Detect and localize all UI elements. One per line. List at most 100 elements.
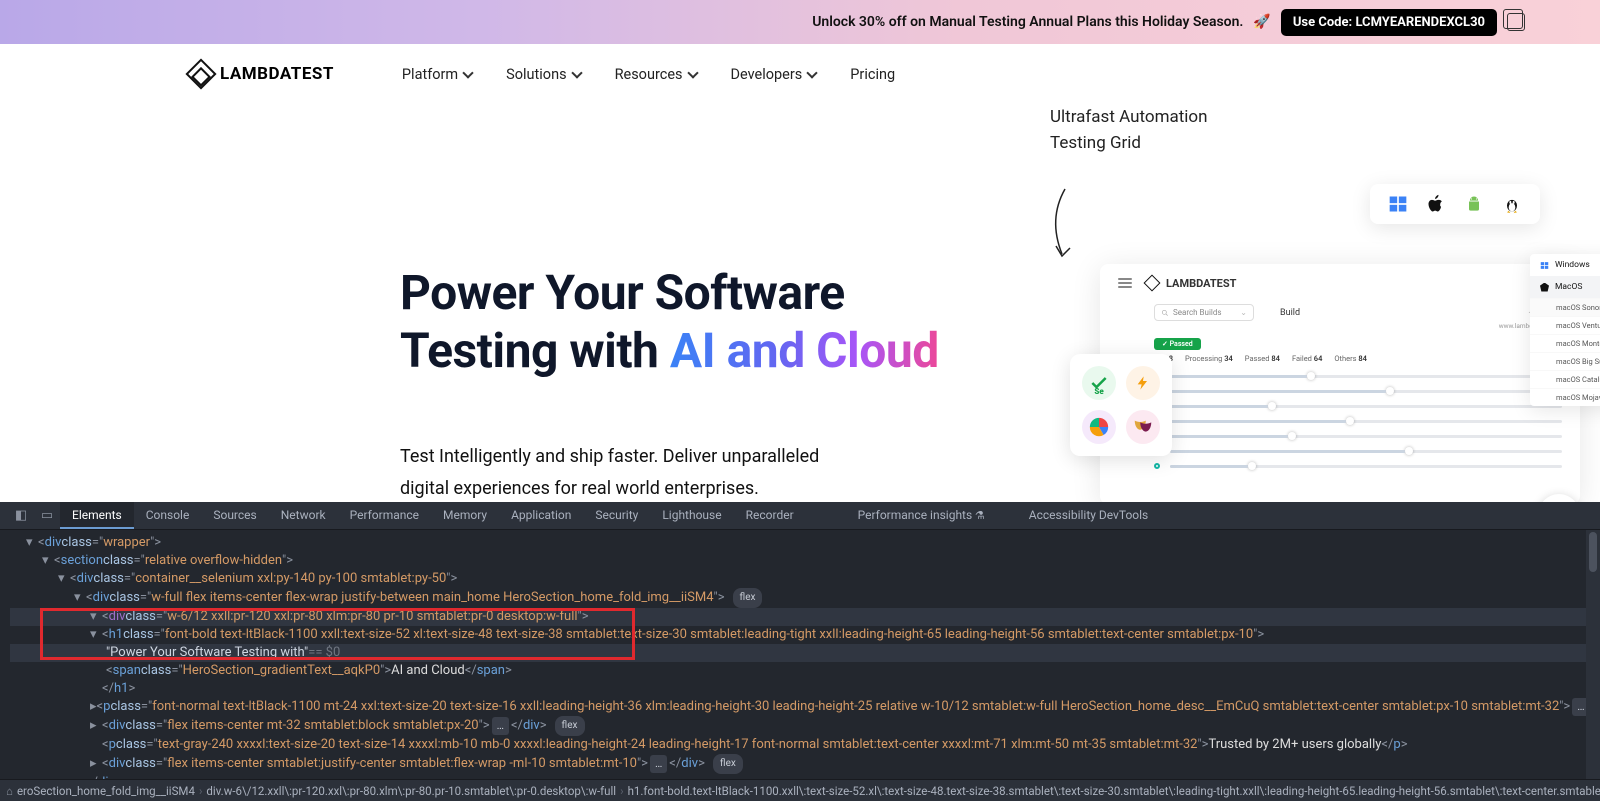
passed-pill: ✓ Passed bbox=[1154, 338, 1201, 350]
linux-icon bbox=[1502, 194, 1522, 214]
hero-desc: Test Intelligently and ship faster. Deli… bbox=[400, 441, 1000, 504]
dom-line[interactable]: ▸<div class="flex items-center mt-32 smt… bbox=[10, 716, 1600, 736]
search-placeholder: Search Builds bbox=[1173, 308, 1221, 317]
breadcrumb-home-icon[interactable]: ⌂ bbox=[4, 784, 15, 798]
status-item: Failed 64 bbox=[1292, 354, 1322, 363]
pie-icon bbox=[1082, 410, 1116, 444]
os-group-macos[interactable]: MacOS ⌄ bbox=[1530, 276, 1600, 298]
windows-icon bbox=[1388, 194, 1408, 214]
tab-memory[interactable]: Memory bbox=[431, 502, 499, 529]
nav-platform[interactable]: Platform bbox=[402, 66, 472, 83]
promo-banner: Unlock 30% off on Manual Testing Annual … bbox=[0, 0, 1600, 44]
status-item: Others 84 bbox=[1334, 354, 1367, 363]
tab-perf-insights[interactable]: Performance insights bbox=[846, 502, 997, 529]
hero-right-label-l1: Ultrafast Automation bbox=[1050, 107, 1208, 127]
os-subitem[interactable]: macOS Monterey bbox=[1530, 334, 1600, 352]
tab-application[interactable]: Application bbox=[499, 502, 583, 529]
breadcrumb-item[interactable]: h1.font-bold.text-ltBlack-1100.xxll\:tex… bbox=[626, 784, 1600, 798]
tab-sources[interactable]: Sources bbox=[201, 502, 268, 529]
dom-line[interactable]: ▾<div class="wrapper"> bbox=[10, 534, 1600, 552]
tab-network[interactable]: Network bbox=[269, 502, 338, 529]
tab-performance[interactable]: Performance bbox=[338, 502, 431, 529]
hero-h1-line2a: Testing with bbox=[400, 322, 670, 379]
hero-right-label: Ultrafast Automation Testing Grid bbox=[1050, 104, 1600, 157]
hero-left: Power Your Software Testing with AI and … bbox=[400, 194, 1000, 502]
devtools-breadcrumb[interactable]: ⌂ eroSection_home_fold_img__iiSM4 › div.… bbox=[0, 779, 1600, 801]
tab-a11y[interactable]: Accessibility DevTools bbox=[1017, 502, 1160, 529]
selenium-icon: Se bbox=[1082, 366, 1116, 400]
dom-line[interactable]: </h1> bbox=[10, 680, 1600, 698]
dom-line-selected[interactable]: "Power Your Software Testing with" == $0 bbox=[10, 644, 1600, 662]
os-subitem[interactable]: macOS Sonoma bbox=[1530, 298, 1600, 316]
nav-pricing[interactable]: Pricing bbox=[850, 66, 895, 83]
hero-right: Ultrafast Automation Testing Grid LAMBDA… bbox=[1040, 104, 1600, 157]
tab-recorder[interactable]: Recorder bbox=[734, 502, 806, 529]
inspect-icon[interactable]: ◧ bbox=[8, 502, 34, 529]
devtools-tabs: ◧ ▭ Elements Console Sources Network Per… bbox=[0, 502, 1600, 530]
os-subitem[interactable]: macOS Mojave bbox=[1530, 388, 1600, 406]
masks-icon bbox=[1126, 410, 1160, 444]
os-subitem[interactable]: macOS Big Sur bbox=[1530, 352, 1600, 370]
os-subitem[interactable]: macOS Ventura bbox=[1530, 316, 1600, 334]
logo[interactable]: LAMBDATEST bbox=[190, 63, 334, 85]
tab-security[interactable]: Security bbox=[583, 502, 650, 529]
bars bbox=[1154, 373, 1562, 469]
breadcrumb-item[interactable]: div.w-6\/12.xxll\:pr-120.xxl\:pr-80.xlm\… bbox=[204, 784, 618, 798]
nav-label: Platform bbox=[402, 66, 458, 83]
hero-h1-line1: Power Your Software bbox=[400, 264, 845, 321]
logo-mark-icon bbox=[185, 58, 216, 89]
devtools-panel: ◧ ▭ Elements Console Sources Network Per… bbox=[0, 502, 1600, 801]
promo-text: Unlock 30% off on Manual Testing Annual … bbox=[812, 14, 1243, 30]
windows-icon bbox=[1540, 261, 1549, 270]
dom-line[interactable]: ▾<h1 class="font-bold text-ltBlack-1100 … bbox=[10, 626, 1600, 644]
hero-right-label-l2: Testing Grid bbox=[1050, 133, 1141, 153]
os-list: Windows ⌄ MacOS ⌄ macOS Sonoma macOS Ven… bbox=[1530, 254, 1600, 406]
logo-mark-icon bbox=[1144, 275, 1161, 292]
os-icons-card bbox=[1370, 184, 1540, 224]
dom-line[interactable]: ▾<div class="w-6/12 xxll:pr-120 xxl:pr-8… bbox=[10, 608, 1600, 626]
tab-elements[interactable]: Elements bbox=[60, 502, 134, 529]
hero-desc-l2: digital experiences for real world enter… bbox=[400, 478, 759, 499]
apple-icon bbox=[1540, 283, 1549, 292]
dom-line[interactable]: ▸<p class="font-normal text-ltBlack-1100… bbox=[10, 698, 1600, 716]
dom-line[interactable]: ▾<section class="relative overflow-hidde… bbox=[10, 552, 1600, 570]
dom-line[interactable]: <p class="text-gray-240 xxxxl:text-size-… bbox=[10, 736, 1600, 754]
app-icons-card: Se bbox=[1070, 354, 1172, 456]
search-input[interactable]: Search Builds ⌄ bbox=[1154, 304, 1254, 321]
dom-line[interactable]: <span class="HeroSection_gradientText__a… bbox=[10, 662, 1600, 680]
search-icon bbox=[1161, 309, 1169, 317]
chevron-down-icon: ⌄ bbox=[1240, 308, 1247, 317]
status-item: Processing 34 bbox=[1185, 354, 1233, 363]
chevron-down-icon bbox=[687, 67, 698, 78]
curved-arrow-icon bbox=[1040, 184, 1090, 264]
hero-h1-gradient: AI and Cloud bbox=[670, 322, 939, 379]
dom-line[interactable]: ▸<div class="flex items-center smtablet:… bbox=[10, 754, 1600, 774]
tab-lighthouse[interactable]: Lighthouse bbox=[650, 502, 733, 529]
promo-code-pill[interactable]: Use Code: LCMYEARENDEXCL30 bbox=[1281, 9, 1497, 36]
main-nav: LAMBDATEST Platform Solutions Resources … bbox=[0, 44, 1600, 104]
dash-search-row: Search Builds ⌄ Build ◂⟳⤢ bbox=[1154, 304, 1562, 321]
nav-label: Developers bbox=[731, 66, 803, 83]
devtools-body: ▾<div class="wrapper"> ▾<section class="… bbox=[0, 530, 1600, 779]
nav-solutions[interactable]: Solutions bbox=[506, 66, 580, 83]
dom-line[interactable]: ▾<div class="container__selenium xxl:py-… bbox=[10, 570, 1600, 588]
nav-links: Platform Solutions Resources Developers … bbox=[402, 66, 895, 83]
chevron-down-icon bbox=[807, 67, 818, 78]
bolt-icon bbox=[1126, 366, 1160, 400]
dom-line[interactable]: ▾<div class="w-full flex items-center fl… bbox=[10, 588, 1600, 608]
copy-icon[interactable] bbox=[1507, 13, 1525, 31]
device-icon[interactable]: ▭ bbox=[34, 502, 60, 529]
hero-section: Power Your Software Testing with AI and … bbox=[0, 104, 1600, 502]
os-group-windows[interactable]: Windows ⌄ bbox=[1530, 254, 1600, 276]
nav-label: Pricing bbox=[850, 66, 895, 83]
apple-icon bbox=[1426, 194, 1446, 214]
scrollbar-vertical[interactable] bbox=[1586, 530, 1600, 779]
nav-developers[interactable]: Developers bbox=[731, 66, 817, 83]
nav-resources[interactable]: Resources bbox=[615, 66, 697, 83]
hero-heading: Power Your Software Testing with AI and … bbox=[400, 264, 1000, 379]
chevron-down-icon bbox=[462, 67, 473, 78]
os-subitem[interactable]: macOS Catalina bbox=[1530, 370, 1600, 388]
tab-console[interactable]: Console bbox=[134, 502, 202, 529]
status-item: Passed 84 bbox=[1245, 354, 1280, 363]
breadcrumb-item[interactable]: eroSection_home_fold_img__iiSM4 bbox=[15, 784, 197, 798]
